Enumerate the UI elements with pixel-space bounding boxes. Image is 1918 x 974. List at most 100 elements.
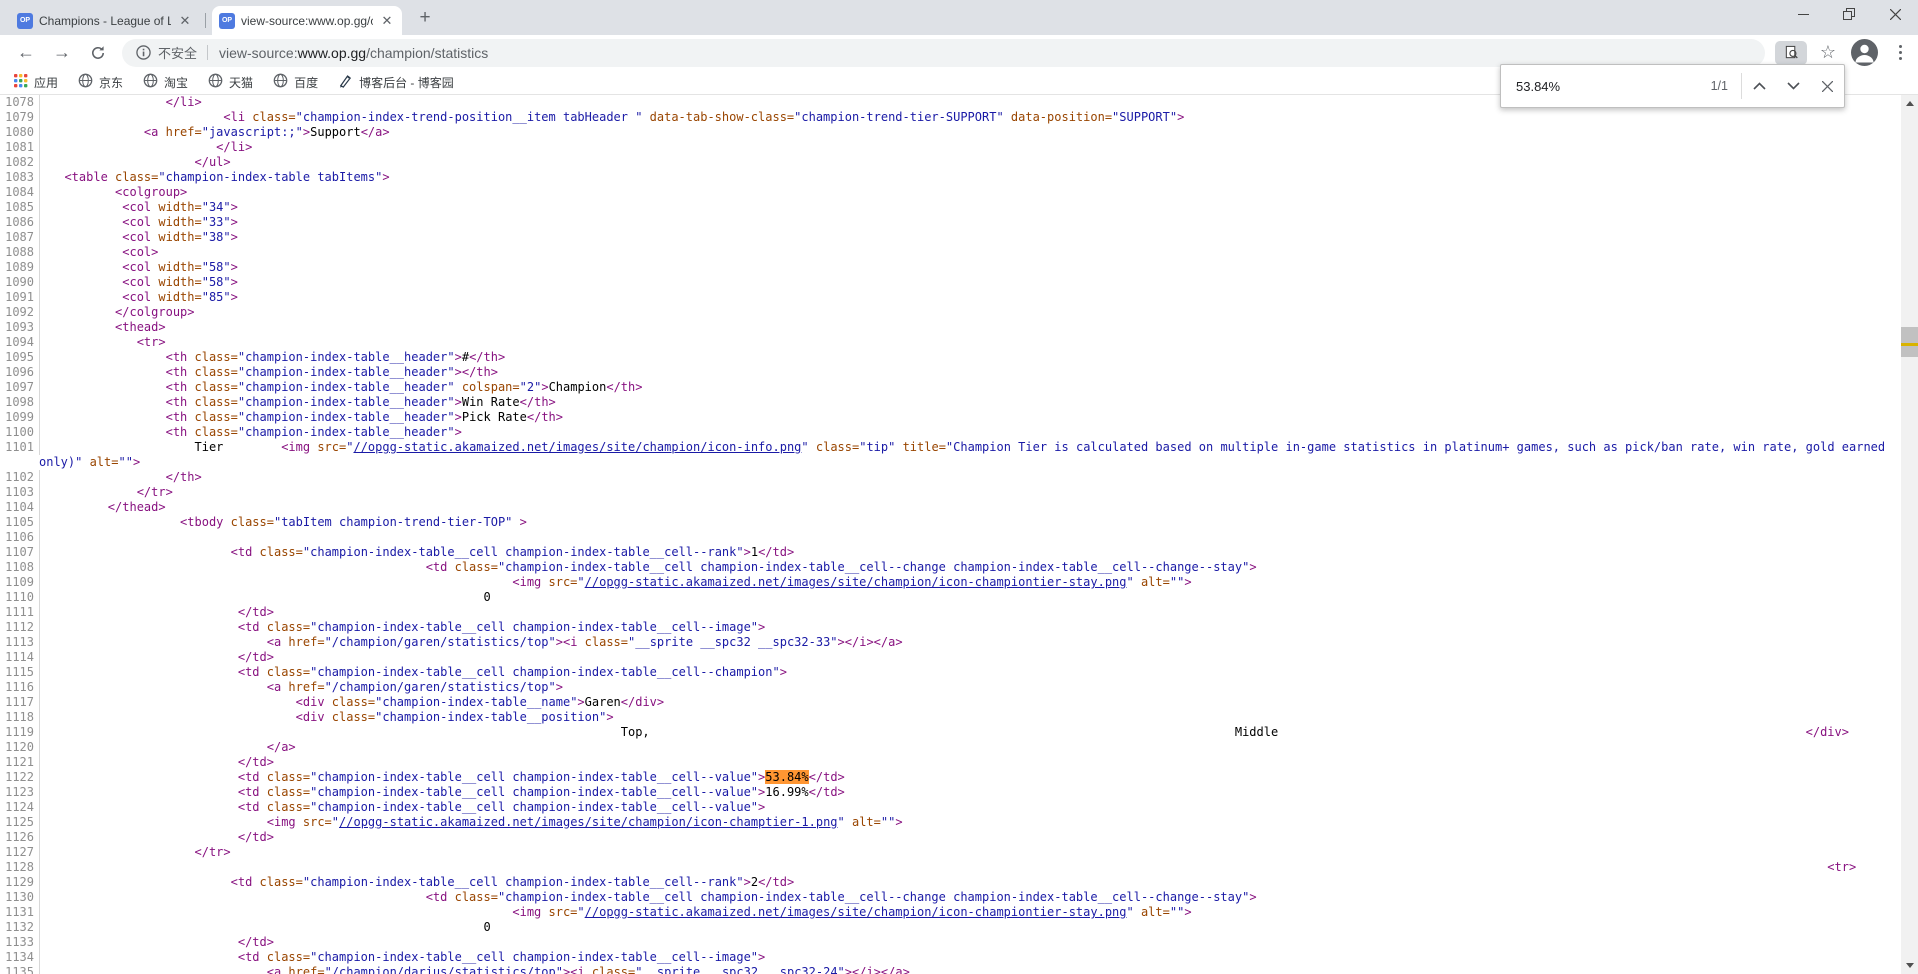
code-token: </a> xyxy=(874,635,903,649)
code-token: <th xyxy=(166,365,188,379)
source-line: only)" alt=""> xyxy=(0,455,1901,470)
close-button[interactable] xyxy=(1872,0,1918,28)
profile-avatar-button[interactable] xyxy=(1851,39,1878,66)
line-number: 1111 xyxy=(0,605,40,620)
line-number: 1116 xyxy=(0,680,40,695)
source-line: 1104 </thead> xyxy=(0,500,1901,515)
line-number: 1080 xyxy=(0,125,40,140)
forward-icon: → xyxy=(53,42,71,63)
chevron-up-icon xyxy=(1753,82,1766,90)
find-match-highlight: 53.84% xyxy=(765,770,808,784)
source-line: 1090 <col width="58"> xyxy=(0,275,1901,290)
code-token: <img xyxy=(281,440,310,454)
bookmark-item-3[interactable]: 天猫 xyxy=(208,73,253,91)
scrollbar-track[interactable] xyxy=(1901,95,1918,974)
scroll-up-button[interactable] xyxy=(1901,95,1918,112)
source-url-link[interactable]: //opgg-static.akamaized.net/images/site/… xyxy=(585,905,1127,919)
code-token: "champion-index-table__header" xyxy=(238,365,455,379)
code-token: class= xyxy=(252,545,303,559)
code-token: " xyxy=(577,575,584,589)
code-token: "SUPPORT" xyxy=(1112,110,1177,124)
code-token: 1 xyxy=(751,545,758,559)
scroll-down-icon xyxy=(1906,963,1914,968)
code-token: class= xyxy=(252,875,303,889)
tab-close-icon[interactable]: ✕ xyxy=(177,13,193,29)
star-icon: ☆ xyxy=(1820,42,1836,63)
minimize-button[interactable] xyxy=(1780,0,1826,28)
code-token: Top, xyxy=(621,725,650,739)
line-number: 1105 xyxy=(0,515,40,530)
page-search-indicator-button[interactable] xyxy=(1775,41,1807,65)
source-url-link[interactable]: //opgg-static.akamaized.net/images/site/… xyxy=(339,815,838,829)
code-token: > xyxy=(1184,575,1191,589)
code-token: <td xyxy=(238,620,260,634)
more-options-button[interactable] xyxy=(1890,40,1910,66)
tab-1[interactable]: OPview-source:www.op.gg/cham✕ xyxy=(212,6,402,35)
line-number: 1096 xyxy=(0,365,40,380)
find-match-marker xyxy=(1901,343,1918,346)
code-token: <td xyxy=(238,770,260,784)
code-token: > xyxy=(231,275,238,289)
code-token: > xyxy=(455,410,462,424)
line-number: 1091 xyxy=(0,290,40,305)
line-number: 1082 xyxy=(0,155,40,170)
source-url-link[interactable]: //opgg-static.akamaized.net/images/site/… xyxy=(585,575,1127,589)
scroll-down-button[interactable] xyxy=(1901,957,1918,974)
code-token: > xyxy=(455,350,462,364)
source-line: 1091 <col width="85"> xyxy=(0,290,1901,305)
bookmark-item-0[interactable]: 应用 xyxy=(14,74,58,91)
restore-button[interactable] xyxy=(1826,0,1872,28)
code-token: </div> xyxy=(1806,725,1849,739)
security-label[interactable]: 不安全 xyxy=(158,43,197,62)
reload-button[interactable] xyxy=(84,39,112,67)
source-line: 1132 0 xyxy=(0,920,1901,935)
code-token: > xyxy=(455,425,462,439)
find-close-button[interactable] xyxy=(1810,65,1844,107)
code-token: alt= xyxy=(1134,905,1170,919)
bookmark-item-4[interactable]: 百度 xyxy=(273,73,318,91)
code-token: " xyxy=(577,905,584,919)
code-token: <col xyxy=(122,260,151,274)
address-bar[interactable]: 不安全 view-source:www.op.gg/champion/stati… xyxy=(122,39,1765,67)
bookmark-item-5[interactable]: 博客后台 - 博客园 xyxy=(338,73,454,91)
line-number: 1134 xyxy=(0,950,40,965)
scrollbar-thumb[interactable] xyxy=(1901,327,1918,357)
find-previous-button[interactable] xyxy=(1742,65,1776,107)
code-token: src= xyxy=(296,815,332,829)
tab-title: Champions - League of Legen xyxy=(39,14,171,28)
source-line: 1097 <th class="champion-index-table__he… xyxy=(0,380,1901,395)
code-token: class= xyxy=(187,365,238,379)
tab-close-icon[interactable]: ✕ xyxy=(379,13,395,29)
source-line: 1099 <th class="champion-index-table__he… xyxy=(0,410,1901,425)
code-token: > xyxy=(845,965,852,974)
line-number: 1087 xyxy=(0,230,40,245)
line-number: 1129 xyxy=(0,875,40,890)
code-token: > xyxy=(520,515,527,529)
code-token: Tier xyxy=(195,440,224,454)
code-token: <div xyxy=(296,695,325,709)
code-token: </i> xyxy=(852,965,881,974)
code-token: "58" xyxy=(202,275,231,289)
source-line: 1079 <li class="champion-index-trend-pos… xyxy=(0,110,1901,125)
code-token: class= xyxy=(585,965,636,974)
code-token: <col> xyxy=(122,245,158,259)
code-token: "champion-index-table__header" xyxy=(238,350,455,364)
source-line: 1129 <td class="champion-index-table__ce… xyxy=(0,875,1901,890)
code-token: <i xyxy=(570,965,584,974)
new-tab-button[interactable]: + xyxy=(412,5,438,31)
source-line: 1133 </td> xyxy=(0,935,1901,950)
line-number: 1118 xyxy=(0,710,40,725)
code-token: <col xyxy=(122,200,151,214)
globe-icon xyxy=(78,73,93,91)
code-token: "34" xyxy=(202,200,231,214)
source-url-link[interactable]: //opgg-static.akamaized.net/images/site/… xyxy=(353,440,801,454)
code-token: title= xyxy=(895,440,946,454)
bookmark-item-1[interactable]: 京东 xyxy=(78,73,123,91)
back-button[interactable]: ← xyxy=(12,39,40,67)
forward-button[interactable]: → xyxy=(48,39,76,67)
find-input[interactable] xyxy=(1501,79,1711,94)
bookmark-star-button[interactable]: ☆ xyxy=(1815,40,1841,66)
tab-0[interactable]: OPChampions - League of Legen✕ xyxy=(10,6,200,35)
bookmark-item-2[interactable]: 淘宝 xyxy=(143,73,188,91)
find-next-button[interactable] xyxy=(1776,65,1810,107)
